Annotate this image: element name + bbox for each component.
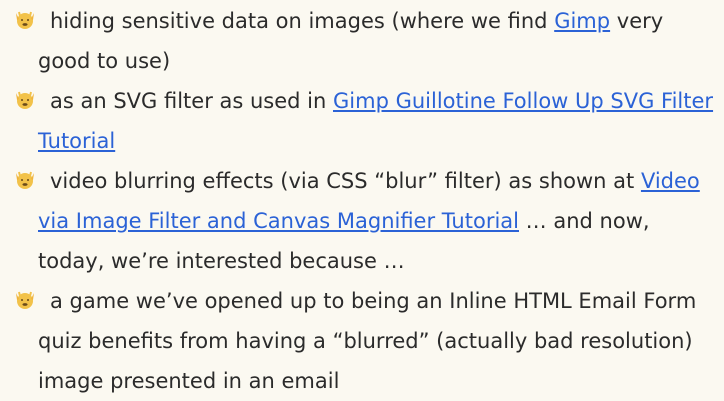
hands-raised-emoji-icon [14, 84, 36, 109]
bullet-list: hiding sensitive data on images (where w… [0, 0, 724, 401]
hands-raised-emoji-icon [14, 4, 36, 29]
list-item: a game we’ve opened up to being an Inlin… [0, 281, 724, 401]
gimp-link[interactable]: Gimp [554, 9, 610, 33]
item-text: hiding sensitive data on images (where w… [50, 9, 555, 33]
list-item: as an SVG filter as used in Gimp Guillot… [0, 81, 724, 161]
item-text: video blurring effects (via CSS “blur” f… [50, 169, 641, 193]
item-text: as an SVG filter as used in [50, 89, 333, 113]
hands-raised-emoji-icon [14, 164, 36, 189]
hands-raised-emoji-icon [14, 284, 36, 309]
item-text: a game we’ve opened up to being an Inlin… [38, 289, 697, 393]
list-item: hiding sensitive data on images (where w… [0, 1, 724, 81]
list-item: video blurring effects (via CSS “blur” f… [0, 161, 724, 281]
